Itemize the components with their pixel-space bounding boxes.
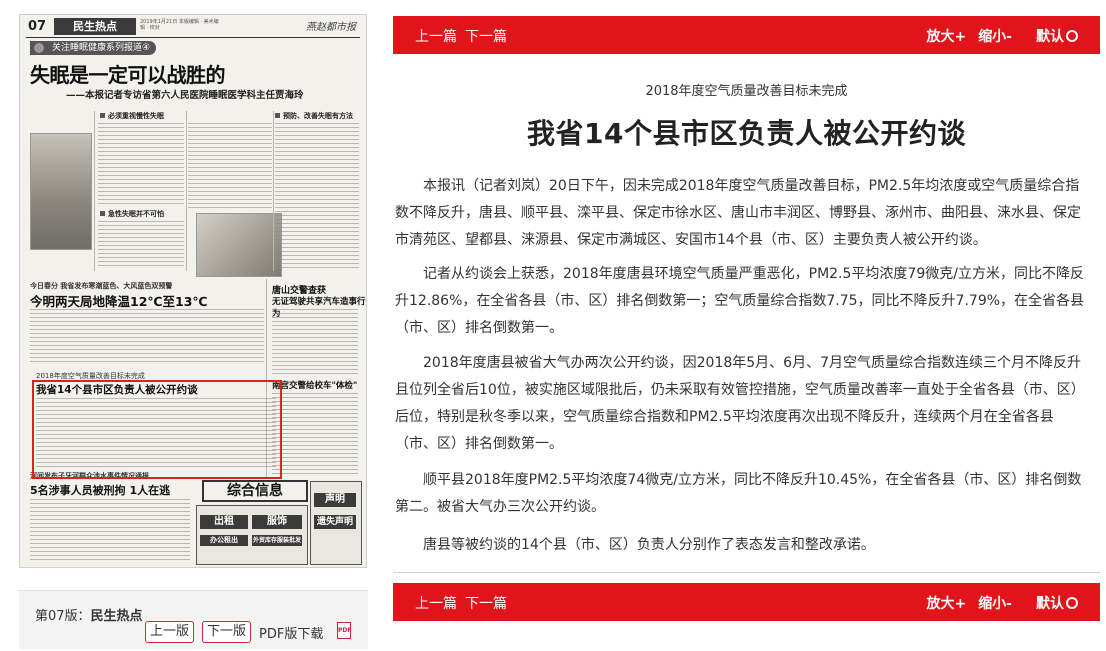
article-headline: 我省14个县市区负责人被公开约谈 bbox=[527, 117, 966, 150]
newspaper-body-text bbox=[30, 309, 264, 365]
newspaper-classified-bar: 办公租出 bbox=[200, 535, 248, 546]
newspaper-column-rule bbox=[186, 111, 187, 271]
newspaper-section-label: 民生热点 bbox=[54, 18, 136, 35]
prev-page-button[interactable]: 上一版 bbox=[145, 621, 195, 643]
newspaper-classified-bar: 声明 bbox=[314, 493, 356, 507]
newspaper-page-number: 07 bbox=[28, 19, 47, 34]
edition-label: 第07版：民生热点 bbox=[35, 605, 143, 624]
zoom-out-button[interactable]: 缩小- bbox=[978, 596, 1012, 612]
zoom-in-button[interactable]: 放大+ bbox=[926, 596, 966, 612]
next-page-button[interactable]: 下一版 bbox=[202, 621, 252, 643]
font-size-controls: 放大+ 缩小- 默认 bbox=[914, 26, 1078, 46]
article-paragraph: 顺平县2018年度PM2.5平均浓度74微克/立方米，同比不降反升10.45%，… bbox=[395, 472, 1082, 515]
newspaper-weather-kicker: 今日春分 我省发布寒潮蓝色、大风蓝色双预警 bbox=[30, 282, 173, 290]
article-divider bbox=[393, 572, 1100, 573]
newspaper-body-text bbox=[272, 309, 358, 375]
article-paragraph: 2018年度唐县被省大气办两次公开约谈，因2018年5月、6月、7月空气质量综合… bbox=[395, 355, 1085, 452]
article-paragraph: 本报讯（记者刘岚）20日下午，因未完成2018年度空气质量改善目标，PM2.5年… bbox=[395, 178, 1081, 248]
pdf-icon[interactable]: PDF bbox=[337, 622, 351, 639]
reset-size-button[interactable]: 默认 bbox=[1024, 596, 1078, 612]
font-size-controls: 放大+ 缩小- 默认 bbox=[914, 593, 1078, 613]
article-paragraph: 唐县等被约谈的14个县（市、区）负责人分别作了表态发言和整改承诺。 bbox=[423, 537, 875, 553]
newspaper-series-heading: 关注睡眠健康系列报道④ bbox=[30, 41, 157, 55]
newspaper-school-bus-title: 南宫交警给校车"体检" bbox=[272, 381, 358, 391]
reset-size-label: 默认 bbox=[1036, 596, 1064, 612]
reset-circle-icon bbox=[1066, 30, 1078, 42]
prev-article-link[interactable]: 上一篇 bbox=[415, 29, 457, 45]
article-nav: 上一篇 下一篇 bbox=[415, 593, 515, 613]
zoom-in-button[interactable]: 放大+ bbox=[926, 29, 966, 45]
next-article-link[interactable]: 下一篇 bbox=[465, 29, 507, 45]
newspaper-body-text bbox=[30, 499, 190, 563]
newspaper-masthead: 燕赵都市报 bbox=[306, 22, 356, 33]
newspaper-body-text bbox=[188, 123, 272, 209]
page-caption-bar: 第07版：民生热点 上一版 下一版 PDF版下载 PDF bbox=[19, 590, 368, 649]
newspaper-header-rule bbox=[26, 37, 360, 38]
selected-article-highlight[interactable] bbox=[32, 380, 282, 479]
prev-article-link[interactable]: 上一篇 bbox=[415, 596, 457, 612]
article-toolbar-top: 上一篇 下一篇 放大+ 缩小- 默认 bbox=[393, 16, 1100, 54]
newspaper-weather-title: 今明两天局地降温12℃至13℃ bbox=[30, 294, 208, 309]
article-paragraph: 记者从约谈会上获悉，2018年度唐县环境空气质量严重恶化，PM2.5平均浓度79… bbox=[395, 266, 1085, 336]
newspaper-column-rule bbox=[94, 111, 95, 271]
edition-name: 民生热点 bbox=[90, 609, 143, 624]
newspaper-subhead-3: 急性失眠并不可怕 bbox=[100, 209, 164, 219]
reset-size-label: 默认 bbox=[1036, 29, 1064, 45]
newspaper-column-rule bbox=[273, 111, 274, 271]
newspaper-date-line: 2019年1月21日 本版编辑 · 美术编辑 · 校对 bbox=[140, 19, 219, 31]
next-article-link[interactable]: 下一篇 bbox=[465, 596, 507, 612]
zoom-out-button[interactable]: 缩小- bbox=[978, 29, 1012, 45]
article-nav: 上一篇 下一篇 bbox=[415, 26, 515, 46]
newspaper-portrait-photo bbox=[30, 133, 92, 250]
newspaper-main-subtitle: ——本报记者专访省第六人民医院睡眠医学科主任贾海玲 bbox=[66, 90, 304, 101]
newspaper-classified-bar: 外贸库存服装批发 bbox=[252, 535, 302, 546]
newspaper-subhead-2: 预防、改善失眠有方法 bbox=[275, 111, 353, 121]
newspaper-header: 07 民生热点 2019年1月21日 本版编辑 · 美术编辑 · 校对 燕赵都市… bbox=[20, 15, 366, 37]
newspaper-main-title: 失眠是一定可以战胜的 bbox=[30, 63, 226, 87]
newspaper-classifieds-title: 综合信息 bbox=[202, 480, 308, 502]
newspaper-body-text bbox=[98, 123, 184, 207]
newspaper-body-text bbox=[272, 393, 358, 477]
newspaper-body-text bbox=[98, 221, 184, 267]
newspaper-panel: 07 民生热点 2019年1月21日 本版编辑 · 美术编辑 · 校对 燕赵都市… bbox=[0, 0, 372, 651]
newspaper-inline-photo bbox=[196, 213, 282, 277]
newspaper-page-thumbnail[interactable]: 07 民生热点 2019年1月21日 本版编辑 · 美术编辑 · 校对 燕赵都市… bbox=[19, 14, 367, 568]
reset-size-button[interactable]: 默认 bbox=[1024, 29, 1078, 45]
newspaper-lower-title: 5名涉事人员被刑拘 1人在逃 bbox=[30, 484, 171, 497]
newspaper-classified-bar: 出租 bbox=[200, 515, 248, 529]
article-kicker: 2018年度空气质量改善目标未完成 bbox=[645, 84, 848, 99]
newspaper-body-text bbox=[275, 123, 359, 271]
edition-prefix: 第07版： bbox=[35, 609, 91, 624]
newspaper-classified-bar: 服饰 bbox=[252, 515, 302, 529]
reset-circle-icon bbox=[1066, 597, 1078, 609]
pdf-download-link[interactable]: PDF版下载 bbox=[259, 623, 323, 642]
newspaper-classified-bar: 遗失声明 bbox=[314, 515, 356, 529]
newspaper-subhead-1: 必须重视慢性失眠 bbox=[100, 111, 164, 121]
article-toolbar-bottom: 上一篇 下一篇 放大+ 缩小- 默认 bbox=[393, 583, 1100, 621]
